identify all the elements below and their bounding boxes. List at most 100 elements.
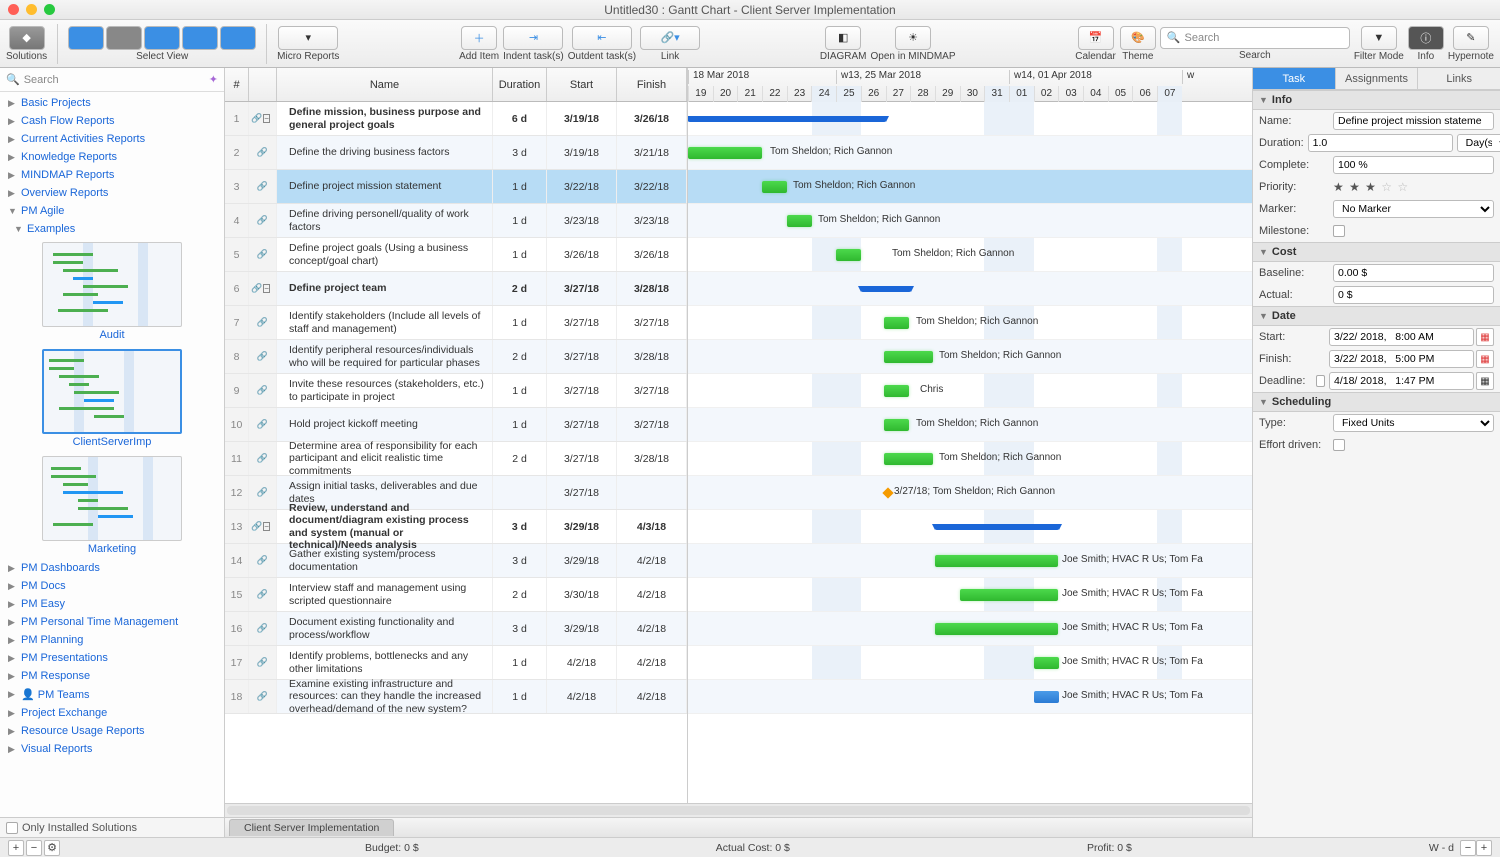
sidebar-item[interactable]: ▶Cash Flow Reports: [0, 112, 224, 130]
view-btn-4[interactable]: [182, 26, 218, 50]
timeline-day[interactable]: 06: [1132, 86, 1157, 102]
task-bar[interactable]: [884, 385, 909, 397]
task-bar[interactable]: [1034, 691, 1059, 703]
mindmap-btn[interactable]: ☀: [895, 26, 931, 50]
task-row[interactable]: 18 🔗 Examine existing infrastructure and…: [225, 680, 687, 714]
task-bar[interactable]: [762, 181, 787, 193]
task-row[interactable]: 1 🔗− Define mission, business purpose an…: [225, 102, 687, 136]
sidebar-item[interactable]: ▶PM Presentations: [0, 649, 224, 667]
info-btn[interactable]: ⓘ: [1408, 26, 1444, 50]
solutions-btn[interactable]: ◆: [9, 26, 45, 50]
only-installed-checkbox[interactable]: [6, 822, 18, 834]
timeline-day[interactable]: 29: [935, 86, 960, 102]
task-row[interactable]: 15 🔗 Interview staff and management usin…: [225, 578, 687, 612]
task-name-input[interactable]: [1333, 112, 1494, 130]
calendar-btn[interactable]: 📅: [1078, 26, 1114, 50]
template-thumb[interactable]: [42, 242, 182, 327]
task-row[interactable]: 13 🔗− Review, understand and document/di…: [225, 510, 687, 544]
expander-icon[interactable]: −: [263, 284, 270, 293]
task-bar[interactable]: [787, 215, 812, 227]
task-row[interactable]: 16 🔗 Document existing functionality and…: [225, 612, 687, 646]
col-start[interactable]: Start: [547, 68, 617, 101]
complete-input[interactable]: [1333, 156, 1494, 174]
task-bar[interactable]: [1034, 657, 1059, 669]
template-thumb[interactable]: [42, 349, 182, 434]
task-bar[interactable]: [688, 147, 762, 159]
sidebar-item[interactable]: ▶PM Planning: [0, 631, 224, 649]
col-indicators[interactable]: [249, 68, 277, 101]
filter-btn[interactable]: ▼: [1361, 26, 1397, 50]
deadline-input[interactable]: [1329, 372, 1474, 390]
task-row[interactable]: 10 🔗 Hold project kickoff meeting 1 d 3/…: [225, 408, 687, 442]
expander-icon[interactable]: −: [263, 522, 270, 531]
task-bar[interactable]: [884, 453, 933, 465]
section-scheduling[interactable]: ▼Scheduling: [1253, 392, 1500, 412]
task-row[interactable]: 9 🔗 Invite these resources (stakeholders…: [225, 374, 687, 408]
timeline-day[interactable]: 31: [984, 86, 1009, 102]
toolbar-search[interactable]: 🔍Search: [1160, 27, 1350, 49]
milestone-diamond[interactable]: [882, 487, 893, 498]
task-row[interactable]: 3 🔗 Define project mission statement 1 d…: [225, 170, 687, 204]
summary-bar[interactable]: [935, 524, 1059, 530]
sidebar-search[interactable]: 🔍Search✦: [0, 68, 224, 92]
gear-btn[interactable]: ⚙: [44, 840, 60, 856]
timeline-day[interactable]: 23: [787, 86, 812, 102]
inspector-tab-links[interactable]: Links: [1417, 68, 1500, 90]
effort-checkbox[interactable]: [1333, 439, 1345, 451]
col-finish[interactable]: Finish: [617, 68, 687, 101]
add-btn[interactable]: +: [8, 840, 24, 856]
sidebar-item[interactable]: ▶Project Exchange: [0, 704, 224, 722]
scheduling-type[interactable]: Fixed Units: [1333, 414, 1494, 432]
theme-btn[interactable]: 🎨: [1120, 26, 1156, 50]
task-row[interactable]: 5 🔗 Define project goals (Using a busine…: [225, 238, 687, 272]
col-name[interactable]: Name: [277, 68, 493, 101]
calendar-icon[interactable]: ▦: [1476, 328, 1494, 346]
calendar-icon[interactable]: ▦: [1476, 350, 1494, 368]
task-bar[interactable]: [836, 249, 861, 261]
task-row[interactable]: 17 🔗 Identify problems, bottlenecks and …: [225, 646, 687, 680]
star-icon[interactable]: ✦: [209, 73, 218, 86]
minimize-btn[interactable]: [26, 4, 37, 15]
timeline-day[interactable]: 02: [1034, 86, 1059, 102]
task-bar[interactable]: [884, 351, 933, 363]
diagram-btn[interactable]: ◧: [825, 26, 861, 50]
finish-date-input[interactable]: [1329, 350, 1474, 368]
timeline-day[interactable]: 27: [886, 86, 911, 102]
link-btn[interactable]: 🔗▾: [640, 26, 700, 50]
sidebar-item[interactable]: ▶Resource Usage Reports: [0, 722, 224, 740]
col-num[interactable]: #: [225, 68, 249, 101]
view-btn-1[interactable]: [68, 26, 104, 50]
task-row[interactable]: 6 🔗− Define project team 2 d 3/27/18 3/2…: [225, 272, 687, 306]
sidebar-item-examples[interactable]: ▼Examples: [0, 220, 224, 238]
remove-btn[interactable]: −: [26, 840, 42, 856]
deadline-checkbox[interactable]: [1316, 375, 1326, 387]
baseline-input[interactable]: [1333, 264, 1494, 282]
timeline-day[interactable]: 30: [960, 86, 985, 102]
gantt-chart[interactable]: 18 Mar 2018w13, 25 Mar 2018w14, 01 Apr 2…: [688, 68, 1252, 803]
timeline-day[interactable]: 25: [836, 86, 861, 102]
task-row[interactable]: 2 🔗 Define the driving business factors …: [225, 136, 687, 170]
outdent-btn[interactable]: ⇤: [572, 26, 632, 50]
doc-tab[interactable]: Client Server Implementation: [229, 819, 394, 836]
sidebar-item[interactable]: ▶Current Activities Reports: [0, 130, 224, 148]
sidebar-item[interactable]: ▶PM Response: [0, 667, 224, 685]
timeline-day[interactable]: 24: [811, 86, 836, 102]
timeline-day[interactable]: 07: [1157, 86, 1182, 102]
duration-input[interactable]: [1308, 134, 1453, 152]
sidebar-item[interactable]: ▶👤 PM Teams: [0, 685, 224, 704]
sidebar-item[interactable]: ▶Visual Reports: [0, 740, 224, 758]
calendar-icon[interactable]: ▦: [1476, 372, 1494, 390]
task-row[interactable]: 8 🔗 Identify peripheral resources/indivi…: [225, 340, 687, 374]
col-duration[interactable]: Duration: [493, 68, 547, 101]
duration-unit[interactable]: Day(s): [1457, 134, 1500, 152]
zoom-in-btn[interactable]: +: [1476, 840, 1492, 856]
priority-stars[interactable]: ★ ★ ★ ☆ ☆: [1333, 180, 1409, 194]
section-info[interactable]: ▼Info: [1253, 90, 1500, 110]
view-btn-5[interactable]: [220, 26, 256, 50]
actual-input[interactable]: [1333, 286, 1494, 304]
task-row[interactable]: 11 🔗 Determine area of responsibility fo…: [225, 442, 687, 476]
close-btn[interactable]: [8, 4, 19, 15]
task-bar[interactable]: [884, 317, 909, 329]
timeline-day[interactable]: 22: [762, 86, 787, 102]
task-row[interactable]: 4 🔗 Define driving personell/quality of …: [225, 204, 687, 238]
